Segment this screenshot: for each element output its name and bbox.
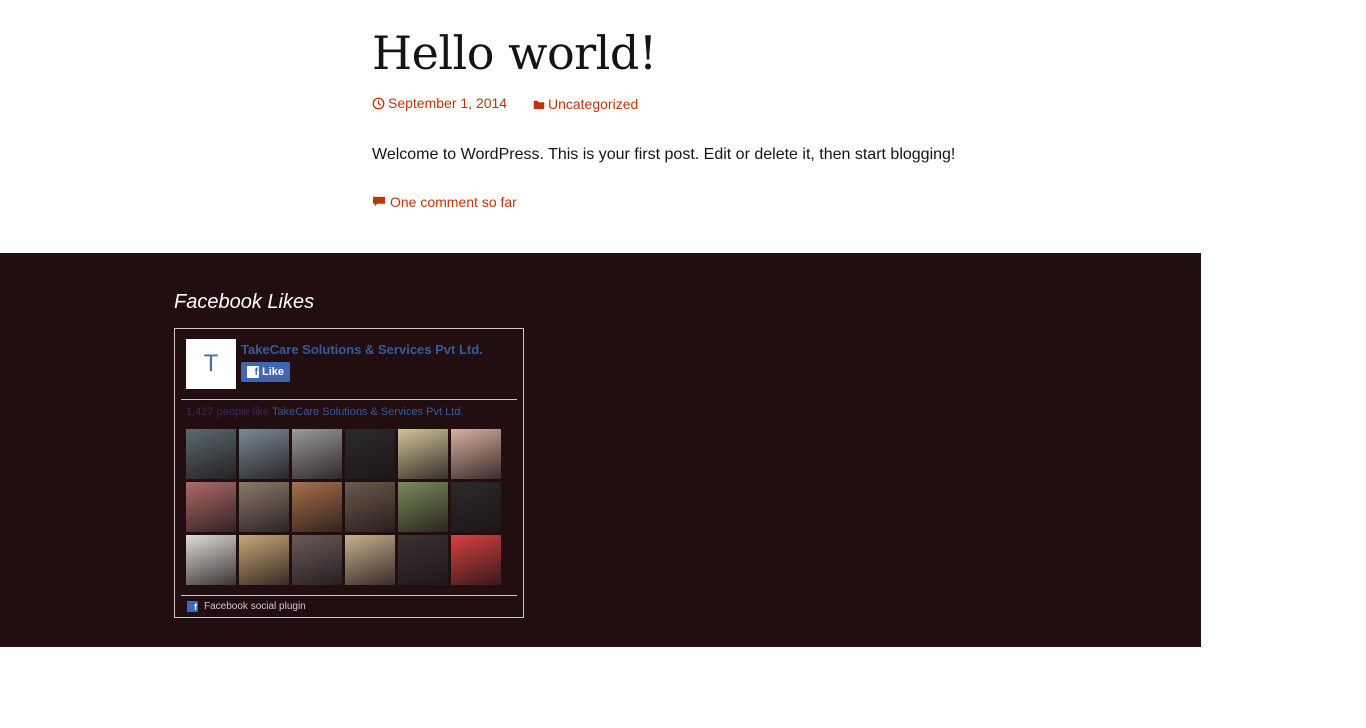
comments-label: One comment so far: [390, 194, 517, 210]
fan-avatar[interactable]: [398, 535, 448, 585]
post-title[interactable]: Hello world!: [372, 26, 657, 80]
site-footer: Facebook Likes T TakeCare Solutions & Se…: [0, 253, 1201, 647]
fan-avatar[interactable]: [345, 482, 395, 532]
fan-avatar[interactable]: [398, 482, 448, 532]
fan-avatar[interactable]: [292, 535, 342, 585]
social-plugin-link[interactable]: f Facebook social plugin: [187, 601, 306, 612]
fan-avatar[interactable]: [239, 535, 289, 585]
fan-avatar[interactable]: [186, 429, 236, 479]
comment-bubble-icon: [373, 196, 385, 207]
fan-avatar[interactable]: [451, 429, 501, 479]
plugin-label: Facebook social plugin: [204, 601, 306, 612]
facebook-icon: f: [246, 366, 259, 378]
divider: [181, 399, 517, 400]
divider: [181, 595, 517, 596]
fan-avatar[interactable]: [186, 535, 236, 585]
fan-avatar[interactable]: [292, 429, 342, 479]
fan-avatar[interactable]: [345, 535, 395, 585]
like-label: Like: [261, 366, 284, 378]
fan-avatar[interactable]: [239, 482, 289, 532]
like-count: 1,427 people like TakeCare Solutions & S…: [186, 406, 463, 418]
fan-avatar[interactable]: [451, 535, 501, 585]
fan-avatar[interactable]: [451, 482, 501, 532]
fan-avatar[interactable]: [292, 482, 342, 532]
like-button[interactable]: f Like: [241, 362, 290, 382]
clock-icon: [372, 97, 385, 109]
category-label: Uncategorized: [547, 96, 639, 112]
folder-icon: [533, 100, 545, 109]
post-date-link[interactable]: September 1, 2014: [372, 95, 507, 111]
page-name-link[interactable]: TakeCare Solutions & Services Pvt Ltd.: [241, 342, 483, 357]
fan-avatar[interactable]: [345, 429, 395, 479]
fan-avatar[interactable]: [398, 429, 448, 479]
fan-avatar[interactable]: [239, 429, 289, 479]
page-logo[interactable]: T: [186, 339, 236, 389]
widget-title: Facebook Likes: [174, 291, 315, 313]
like-count-page-link[interactable]: TakeCare Solutions & Services Pvt Ltd.: [272, 406, 463, 418]
facebook-like-box: T TakeCare Solutions & Services Pvt Ltd.…: [174, 328, 524, 618]
comments-link[interactable]: One comment so far: [372, 194, 517, 210]
entry-meta: September 1, 2014 Uncategorized: [372, 95, 638, 113]
facebook-icon: f: [187, 601, 198, 612]
page-logo-letter: T: [203, 350, 219, 377]
like-count-prefix: 1,427 people like: [186, 406, 270, 418]
faces-grid: [186, 429, 506, 585]
post-content: Welcome to WordPress. This is your first…: [372, 146, 956, 163]
category-link[interactable]: Uncategorized: [533, 96, 638, 112]
post-date: September 1, 2014: [388, 95, 508, 111]
fan-avatar[interactable]: [186, 482, 236, 532]
